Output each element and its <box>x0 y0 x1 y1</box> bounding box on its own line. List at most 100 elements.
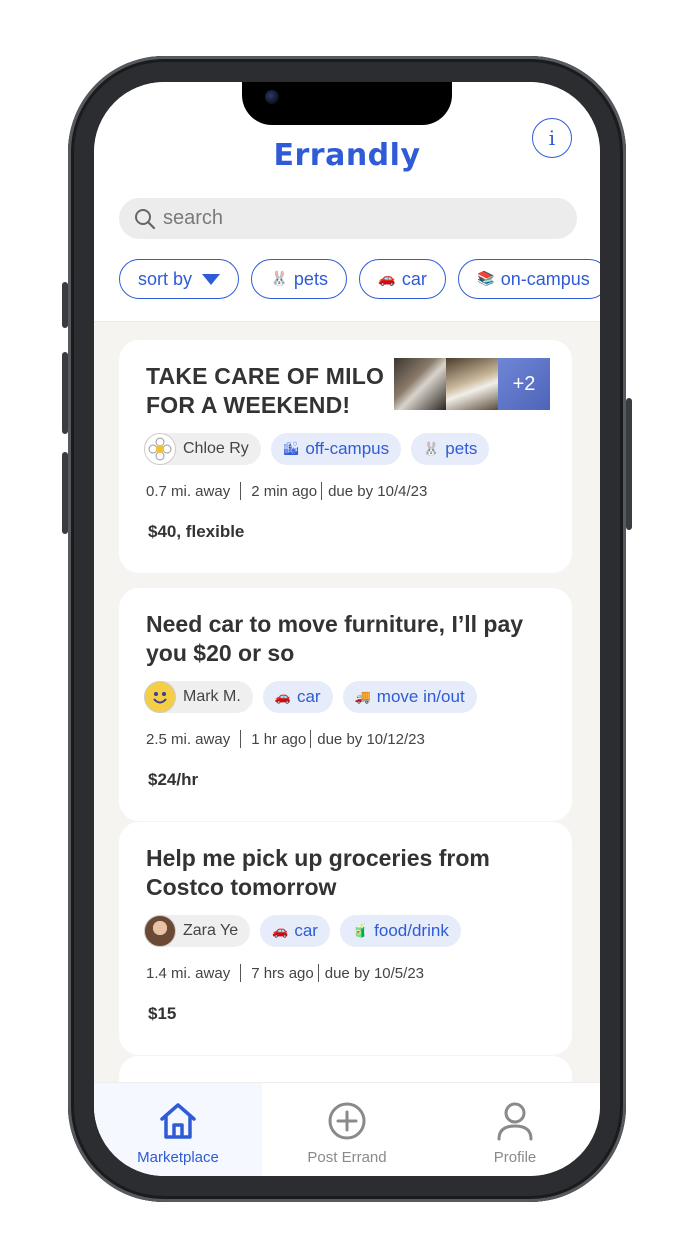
divider <box>321 482 323 500</box>
tag-label: car <box>296 687 321 706</box>
errand-card[interactable] <box>119 1056 572 1082</box>
divider <box>240 964 242 982</box>
books-icon: 📚 <box>477 271 495 287</box>
errand-title: Need car to move furniture, I’ll pay you… <box>146 611 524 666</box>
tag-chip[interactable]: 🧃 food/drink <box>339 915 461 947</box>
sort-by-dropdown[interactable]: sort by <box>119 259 240 299</box>
search-icon <box>135 208 156 229</box>
errand-price: $15 <box>148 1004 177 1023</box>
errand-card[interactable]: TAKE CARE OF MILO FOR A WEEKEND! +2 Chlo… <box>119 340 572 573</box>
errand-card[interactable]: Need car to move furniture, I’ll pay you… <box>119 588 572 821</box>
due-date: due by 10/12/23 <box>317 730 425 748</box>
tab-label: Profile <box>493 1149 537 1166</box>
tag-chip[interactable]: 🏙 off-campus <box>270 433 402 465</box>
avatar <box>144 433 176 465</box>
errand-price: $40, flexible <box>148 522 245 541</box>
user-chip[interactable]: Zara Ye <box>144 915 251 947</box>
user-chip[interactable]: Mark M. <box>144 681 253 713</box>
avatar <box>144 915 176 947</box>
info-button[interactable]: i <box>532 118 572 158</box>
filter-chip-label: on-campus <box>500 268 590 289</box>
person-icon <box>497 1102 533 1141</box>
city-icon: 🏙 <box>282 441 300 457</box>
errand-meta: 2.5 mi. away 1 hr ago due by 10/12/23 <box>146 730 425 748</box>
car-icon: 🚗 <box>274 689 291 705</box>
tag-chip[interactable]: 🚗 car <box>262 681 333 713</box>
search-bar[interactable] <box>119 198 577 239</box>
user-name: Chloe Ry <box>183 440 249 457</box>
sort-by-label: sort by <box>138 268 193 289</box>
front-camera <box>265 90 279 104</box>
user-chip[interactable]: Chloe Ry <box>144 433 261 465</box>
tag-chip[interactable]: 🐰 pets <box>411 433 490 465</box>
photo-thumbnail[interactable] <box>446 358 498 410</box>
filter-chip-label: pets <box>293 268 328 289</box>
flower-icon <box>148 437 172 461</box>
app-title: Errandly <box>273 138 421 173</box>
photo-thumbnail[interactable] <box>394 358 446 410</box>
divider <box>240 730 242 748</box>
phone-volume-down <box>62 452 68 534</box>
errand-meta: 1.4 mi. away 7 hrs ago due by 10/5/23 <box>146 964 424 982</box>
tab-post-errand[interactable]: Post Errand <box>263 1083 431 1176</box>
phone-power-button <box>626 398 632 530</box>
errand-card[interactable]: Help me pick up groceries from Costco to… <box>119 822 572 1055</box>
errand-photos[interactable]: +2 <box>394 358 550 410</box>
posted-time: 1 hr ago <box>251 730 307 748</box>
divider <box>317 964 319 982</box>
tab-profile[interactable]: Profile <box>431 1083 599 1176</box>
smiley-icon <box>153 692 167 704</box>
filter-chips: sort by 🐰 pets 🚗 car 📚 on-campus <box>119 259 600 299</box>
tab-label: Post Errand <box>307 1149 387 1166</box>
search-input[interactable] <box>163 207 553 230</box>
tag-chip[interactable]: 🚚 move in/out <box>342 681 477 713</box>
errand-feed[interactable]: TAKE CARE OF MILO FOR A WEEKEND! +2 Chlo… <box>94 322 600 1082</box>
user-name: Zara Ye <box>183 922 239 939</box>
errand-meta: 0.7 mi. away 2 min ago due by 10/4/23 <box>146 482 427 500</box>
posted-time: 7 hrs ago <box>251 964 314 982</box>
errand-title: TAKE CARE OF MILO FOR A WEEKEND! <box>146 363 385 418</box>
posted-time: 2 min ago <box>251 482 318 500</box>
truck-icon: 🚚 <box>354 689 371 705</box>
tag-label: pets <box>445 439 478 458</box>
app-screen: Errandly i sort by 🐰 pets 🚗 car <box>94 82 600 1176</box>
tab-label: Marketplace <box>137 1149 219 1166</box>
home-icon <box>160 1103 196 1139</box>
divider <box>240 482 242 500</box>
car-icon: 🚗 <box>378 271 396 287</box>
distance: 2.5 mi. away <box>146 730 231 748</box>
user-name: Mark M. <box>183 688 241 705</box>
tag-chip[interactable]: 🚗 car <box>260 915 330 947</box>
phone-mute-switch <box>62 282 68 328</box>
tag-label: off-campus <box>305 439 390 458</box>
distance: 1.4 mi. away <box>146 964 231 982</box>
errand-tags: Chloe Ry 🏙 off-campus 🐰 pets <box>144 433 499 465</box>
tab-marketplace[interactable]: Marketplace <box>94 1083 262 1176</box>
more-photos-badge[interactable]: +2 <box>498 358 550 410</box>
plus-circle-icon <box>328 1102 366 1140</box>
due-date: due by 10/5/23 <box>324 964 425 982</box>
errand-tags: Zara Ye 🚗 car 🧃 food/drink <box>144 915 471 947</box>
avatar <box>144 681 176 713</box>
filter-chip-car[interactable]: 🚗 car <box>359 259 446 299</box>
filter-chip-label: car <box>401 268 427 289</box>
rabbit-icon: 🐰 <box>423 441 440 457</box>
notch <box>242 82 452 125</box>
tag-label: move in/out <box>376 687 465 706</box>
caret-down-icon <box>202 273 221 285</box>
distance: 0.7 mi. away <box>146 482 231 500</box>
due-date: due by 10/4/23 <box>328 482 428 500</box>
errand-price: $24/hr <box>148 770 199 789</box>
errand-title: Help me pick up groceries from Costco to… <box>146 845 490 900</box>
bottom-tab-bar: Marketplace Post Errand Profile <box>94 1082 600 1176</box>
juice-box-icon: 🧃 <box>351 923 369 939</box>
rabbit-icon: 🐰 <box>270 271 288 287</box>
errand-tags: Mark M. 🚗 car 🚚 move in/out <box>144 681 487 713</box>
tag-label: car <box>294 921 318 940</box>
filter-chip-pets[interactable]: 🐰 pets <box>251 259 347 299</box>
filter-chip-on-campus[interactable]: 📚 on-campus <box>458 259 600 299</box>
divider <box>310 730 312 748</box>
tag-label: food/drink <box>374 921 449 940</box>
phone-volume-up <box>62 352 68 434</box>
car-icon: 🚗 <box>272 923 289 939</box>
